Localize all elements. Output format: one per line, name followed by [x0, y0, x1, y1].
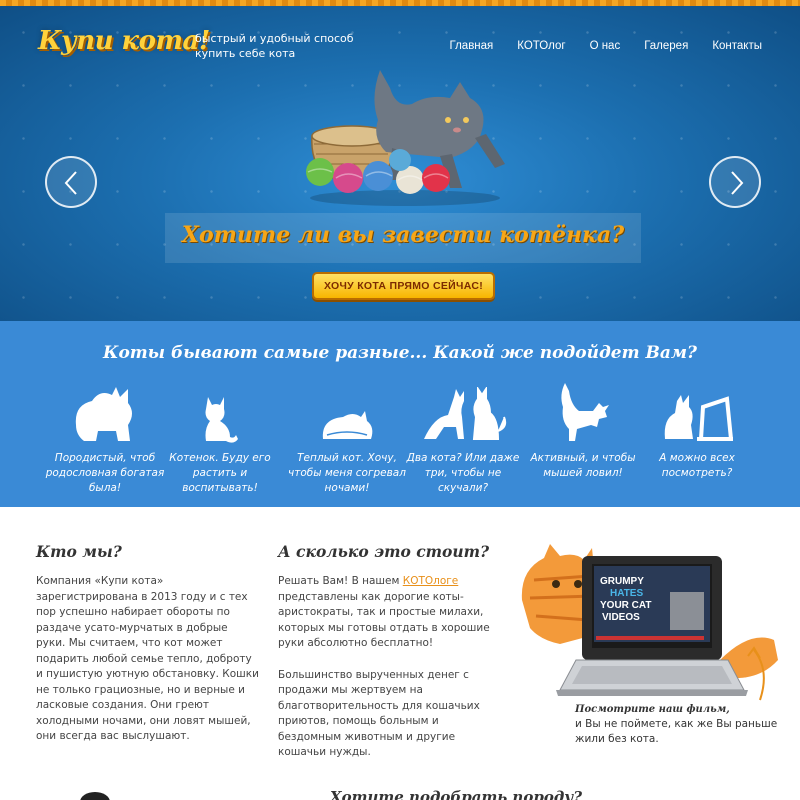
breeds-title: Коты бывают самые разные... Какой же под… [103, 343, 697, 363]
two-cats-icon [424, 387, 507, 440]
video-caption: Посмотрите наш фильм, и Вы не поймете, к… [575, 702, 785, 747]
breed-item-purebred[interactable]: Породистый, чтоб родословная богатая был… [45, 383, 165, 496]
breed-item-warm[interactable]: Теплый кот. Хочу, чтобы меня согревал но… [287, 383, 407, 496]
breed-picker-title: Хотите подобрать породу? [330, 788, 583, 800]
kitten-icon [205, 397, 238, 443]
breeds-section: Коты бывают самые разные... Какой же под… [0, 321, 800, 507]
screen-line-4: VIDEOS [602, 612, 640, 623]
bottom-decoration [80, 792, 110, 800]
about-title: Кто мы? [36, 542, 122, 561]
chevron-right-icon [731, 171, 744, 195]
breed-item-kitten[interactable]: Котенок. Буду его растить и воспитывать! [160, 383, 280, 496]
breed-item-all[interactable]: А можно всех посмотреть? [637, 383, 757, 481]
breed-caption: Теплый кот. Хочу, чтобы меня согревал но… [288, 452, 406, 494]
nav-home[interactable]: Главная [450, 40, 494, 52]
breed-caption: Котенок. Буду его растить и воспитывать! [169, 452, 271, 494]
breed-caption: Активный, и чтобы мышей ловил! [530, 452, 636, 479]
hero-title: Хотите ли вы завести котёнка? [181, 222, 625, 248]
main-nav: Главная КОТОлог О нас Галерея Контакты [450, 40, 763, 52]
slider-next-button[interactable] [709, 156, 761, 208]
price-text: Решать Вам! В нашем КОТОлоге представлен… [278, 574, 500, 761]
video-caption-em: Посмотрите наш фильм, [575, 704, 730, 715]
charity-text: Большинство вырученных денег с продажи м… [278, 668, 480, 759]
hero-slider: Купи кота! быстрый и удобный способ купи… [0, 6, 800, 321]
nav-about[interactable]: О нас [590, 40, 621, 52]
site-tagline: быстрый и удобный способ купить себе кот… [195, 32, 354, 60]
screen-line-1: GRUMPY [600, 576, 644, 587]
breed-caption: Два кота? Или даже три, чтобы не скучали… [406, 452, 520, 494]
video-caption-rest: и Вы не поймете, как же Вы раньше жили б… [575, 718, 778, 745]
cat-laptop-image: GRUMPY HATES YOUR CAT VIDEOS [521, 544, 778, 701]
chevron-left-icon [64, 171, 77, 195]
catalog-link[interactable]: КОТОлоге [403, 575, 459, 587]
price-text-after: представлены как дорогие коты-аристократ… [278, 590, 490, 650]
breed-caption: Породистый, чтоб родословная богатая был… [45, 452, 165, 494]
price-title: А сколько это стоит? [278, 542, 490, 561]
breed-item-active[interactable]: Активный, и чтобы мышей ловил! [523, 383, 643, 481]
active-cat-icon [561, 383, 609, 441]
screen-line-2: HATES [610, 588, 643, 599]
cat-laptop-icon [664, 395, 733, 441]
slider-prev-button[interactable] [45, 156, 97, 208]
sleeping-cat-icon [322, 411, 373, 439]
fluffy-cat-icon [75, 387, 132, 441]
price-text-before: Решать Вам! В нашем [278, 575, 403, 587]
kitten-with-yarn-image [306, 70, 505, 206]
want-cat-now-button[interactable]: ХОЧУ КОТА ПРЯМО СЕЙЧАС! [312, 272, 495, 300]
screen-line-3: YOUR CAT [600, 600, 651, 611]
site-logo[interactable]: Купи кота! [38, 26, 210, 56]
breed-item-two-cats[interactable]: Два кота? Или даже три, чтобы не скучали… [403, 383, 523, 496]
nav-gallery[interactable]: Галерея [644, 40, 688, 52]
about-text: Компания «Купи кота» зарегистрирована в … [36, 575, 259, 742]
nav-contacts[interactable]: Контакты [712, 40, 762, 52]
nav-catalog[interactable]: КОТОлог [517, 40, 565, 52]
breed-caption: А можно всех посмотреть? [659, 452, 735, 479]
video-promo[interactable]: GRUMPY HATES YOUR CAT VIDEOS [520, 540, 780, 720]
